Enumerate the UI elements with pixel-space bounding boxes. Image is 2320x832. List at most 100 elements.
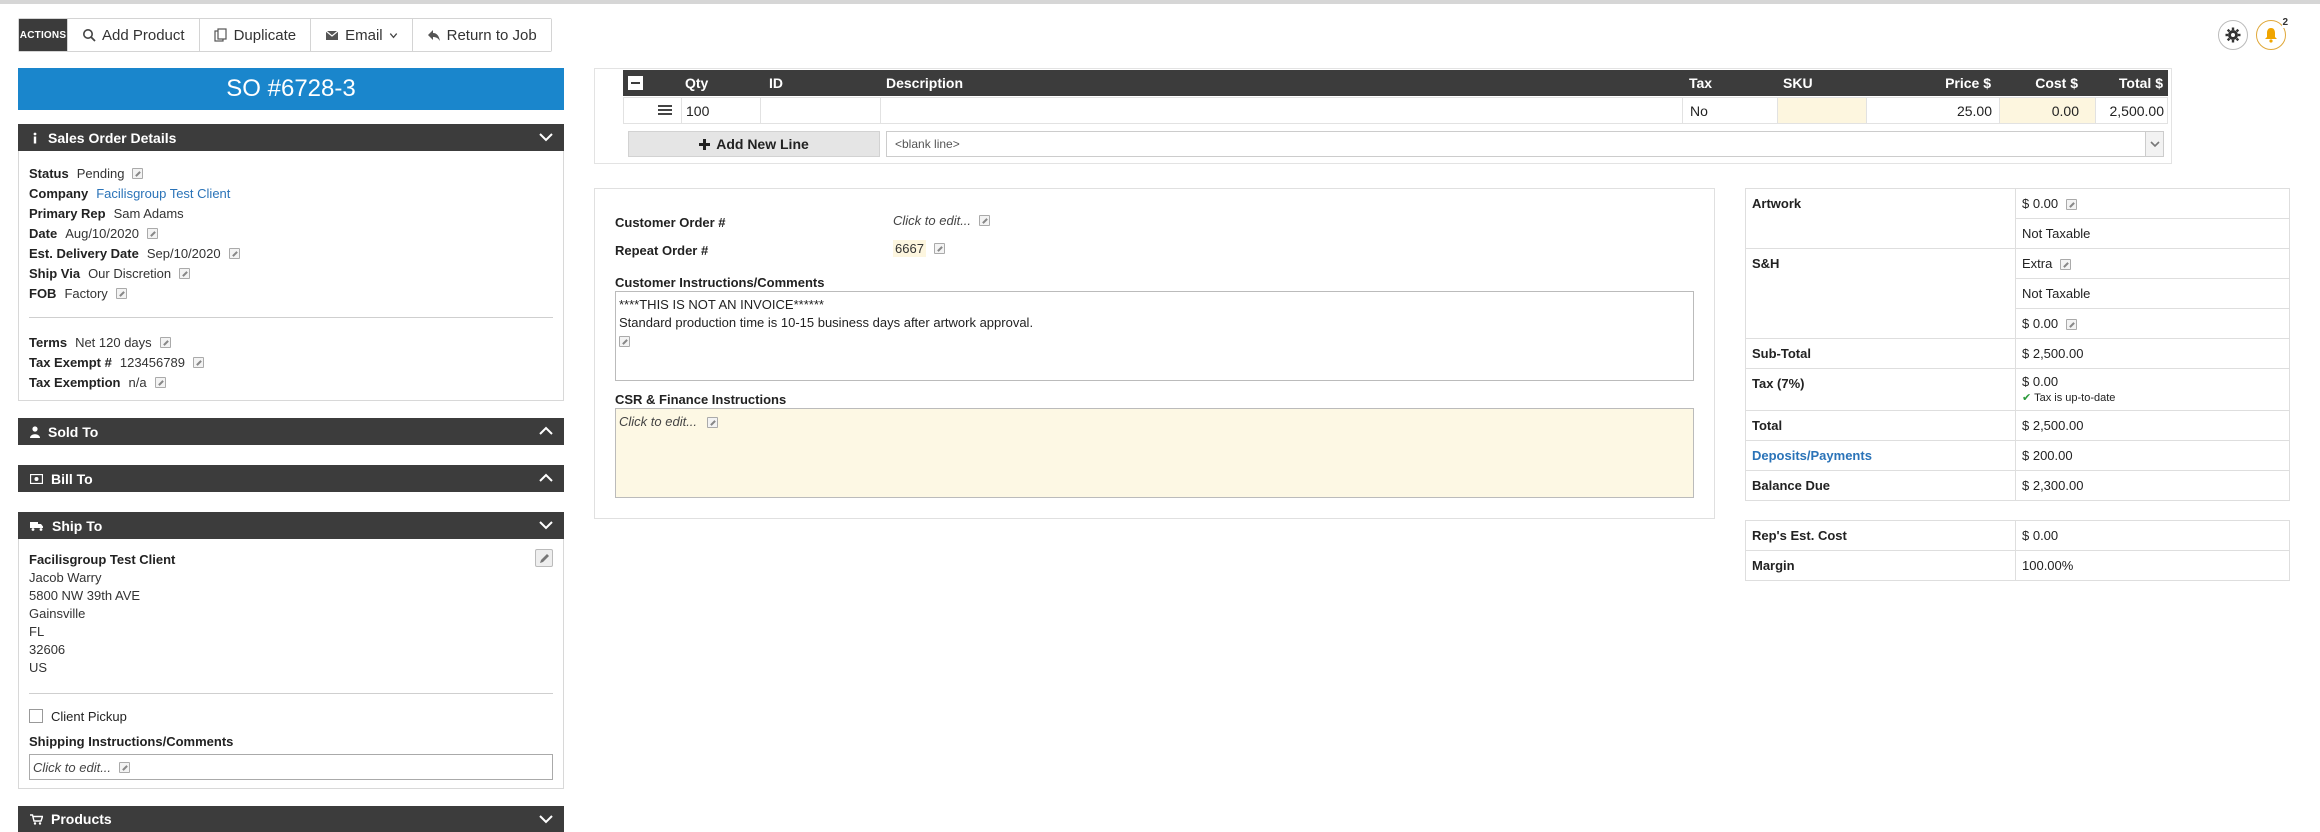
select-dropdown-toggle[interactable] [2145,132,2163,156]
product-line-select[interactable]: <blank line> [886,131,2164,157]
shipping-instructions-field[interactable]: Click to edit... [29,754,553,780]
products-header[interactable]: Products [18,806,564,832]
row-price[interactable]: 25.00 [1922,98,1992,124]
user-icon [30,425,40,438]
artwork-value-cell[interactable]: $ 0.00 [2015,188,2290,219]
artwork-label: Artwork [1745,188,2016,249]
check-icon: ✔ [2022,391,2032,404]
repeat-order-label: Repeat Order # [615,243,709,258]
edit-icon[interactable] [132,167,144,179]
edit-icon[interactable] [179,267,191,279]
total-label: Total [1745,410,2016,441]
edit-icon[interactable] [228,247,240,259]
address-line: US [29,660,48,675]
col-description: Description [886,75,964,91]
edit-icon[interactable] [146,227,158,239]
row-cost[interactable]: 0.00 [2009,98,2079,124]
chevron-up-icon [539,473,553,482]
sh-amount-cell[interactable]: $ 0.00 [2015,308,2290,339]
address-line: 5800 NW 39th AVE [29,588,141,603]
col-sku: SKU [1783,75,1813,91]
shipping-instructions-placeholder: Click to edit... [33,759,112,775]
field-label: FOB [29,285,57,301]
edit-icon [619,336,630,348]
field-value[interactable]: Sep/10/2020 [147,246,221,261]
chevron-up-icon [539,426,553,435]
edit-icon[interactable] [159,336,171,348]
margin-label: Margin [1745,550,2016,581]
row-total: 2,500.00 [2109,103,2165,119]
notifications-button[interactable]: 2 [2256,17,2288,50]
customer-order-field[interactable]: Click to edit... [893,213,991,228]
truck-icon [30,521,43,531]
total-value: $ 2,500.00 [2015,410,2290,441]
field-status: Status Pending [29,163,553,183]
bill-to-header[interactable]: Bill To [18,465,564,492]
field-date: Date Aug/10/2020 [29,223,553,243]
edit-icon[interactable] [192,356,204,368]
chevron-down-icon [539,133,553,142]
email-dropdown-button[interactable]: Email [310,19,412,51]
settings-button[interactable] [2218,20,2248,50]
product-line-select-value: <blank line> [895,137,960,151]
edit-address-button[interactable] [535,549,553,567]
col-total: Total $ [2118,75,2163,91]
field-value[interactable]: n/a [129,375,147,390]
field-value[interactable]: Aug/10/2020 [65,226,139,241]
drag-handle[interactable] [658,104,672,116]
edit-icon[interactable] [115,287,127,299]
field-label: Tax Exempt # [29,354,112,370]
sales-order-details-header[interactable]: Sales Order Details [18,124,564,151]
ship-to-title: Ship To [52,517,103,534]
field-label: Primary Rep [29,205,106,221]
address-line: FL [29,624,45,639]
subtotal-label: Sub-Total [1745,338,2016,369]
return-to-job-label: Return to Job [446,26,537,44]
row-tax[interactable]: No [1690,98,1708,124]
add-product-button[interactable]: Add Product [67,19,199,51]
details-fields: Status Pending Company Facilisgroup Test C… [29,163,553,303]
instructions-line: ****THIS IS NOT AN INVOICE****** [619,297,824,312]
field-label: Ship Via [29,265,81,281]
cell-divider [760,98,761,123]
divider [29,317,553,318]
field-value[interactable]: 123456789 [120,355,185,370]
field-value[interactable]: Pending [77,166,125,181]
field-value[interactable]: Factory [64,286,107,301]
repeat-order-field[interactable]: 6667 [893,240,945,257]
duplicate-label: Duplicate [233,26,297,44]
company-link[interactable]: Facilisgroup Test Client [96,186,230,201]
cell-divider [681,98,682,123]
customer-order-label: Customer Order # [615,215,726,230]
ship-to-header[interactable]: Ship To [18,512,564,539]
field-primary-rep: Primary Rep Sam Adams [29,203,553,223]
client-pickup-checkbox[interactable] [29,709,43,723]
line-item-row[interactable]: 100 No 25.00 0.00 2,500.00 [623,97,2168,124]
field-value[interactable]: Net 120 days [75,335,152,350]
field-ship-via: Ship Via Our Discretion [29,263,553,283]
deposits-payments-link[interactable]: Deposits/Payments [1752,448,1872,463]
sold-to-header[interactable]: Sold To [18,418,564,445]
actions-toolbar: ACTIONS Add Product Duplicate Email Retu… [18,18,552,52]
sales-order-details-body: Status Pending Company Facilisgroup Test C… [18,151,564,401]
money-icon [30,473,43,484]
cost-margin-table: Rep's Est. Cost $ 0.00 Margin 100.00% [1745,520,2290,581]
field-tax-exempt-number: Tax Exempt # 123456789 [29,352,553,372]
edit-icon[interactable] [154,376,166,388]
customer-instructions-field[interactable]: ****THIS IS NOT AN INVOICE****** Standar… [615,291,1694,381]
return-to-job-button[interactable]: Return to Job [411,19,551,51]
collapse-all-button[interactable] [628,76,643,90]
field-value[interactable]: Our Discretion [88,266,171,281]
gear-icon [2225,27,2241,43]
sh-value-cell[interactable]: Extra [2015,248,2290,279]
row-qty[interactable]: 100 [686,98,709,124]
add-new-line-button[interactable]: Add New Line [628,131,880,157]
csr-finance-field[interactable]: Click to edit... [615,408,1694,498]
duplicate-button[interactable]: Duplicate [198,19,311,51]
sh-amount: $ 0.00 [2022,316,2059,331]
field-company: Company Facilisgroup Test Client [29,183,553,203]
field-terms: Terms Net 120 days [29,332,553,352]
row-sku[interactable] [1778,98,1866,123]
margin-value: 100.00% [2015,550,2290,581]
pencil-icon [539,553,549,563]
